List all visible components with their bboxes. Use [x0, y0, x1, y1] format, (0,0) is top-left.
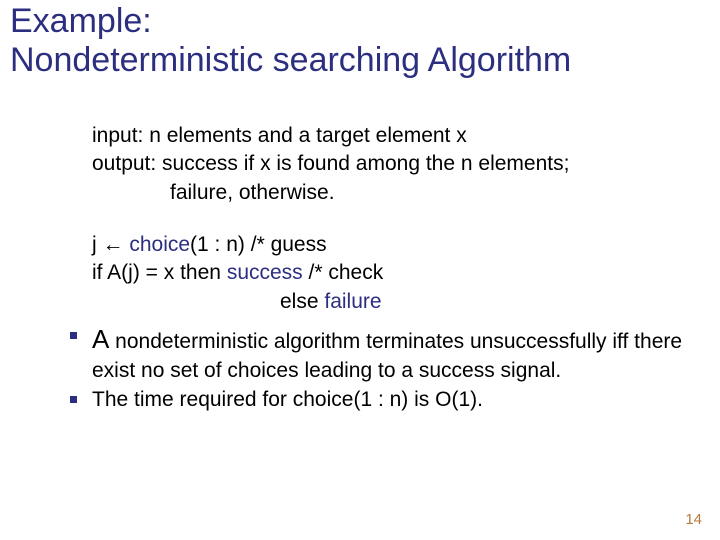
success-keyword: success — [227, 261, 303, 284]
algorithm-block: j ← choice(1 : n) /* guess if A(j) = x t… — [92, 231, 692, 316]
io-block: input: n elements and a target element x… — [92, 122, 692, 207]
slide-title: Example: Nondeterministic searching Algo… — [10, 2, 710, 80]
algo-l1-b: (1 : n) /* guess — [190, 233, 327, 256]
list-item: A nondeterministic algorithm terminates … — [62, 322, 692, 385]
algo-l2-a: if A(j) = x then — [92, 261, 227, 284]
spacer — [92, 207, 692, 231]
bullet-1-leading: A — [92, 324, 109, 354]
page-number: 14 — [685, 511, 702, 528]
input-line: input: n elements and a target element x — [92, 122, 692, 150]
algo-line-2: if A(j) = x then success /* check — [92, 259, 692, 287]
title-line-2: Nondeterministic searching Algorithm — [10, 41, 571, 79]
algo-line-3: else failure — [92, 288, 692, 316]
title-line-1: Example: — [10, 2, 152, 40]
bullet-2-text: The time required for choice(1 : n) is O… — [92, 388, 483, 411]
output-line-1: output: success if x is found among the … — [92, 150, 692, 178]
slide-body: input: n elements and a target element x… — [92, 122, 692, 414]
failure-keyword: failure — [324, 290, 381, 313]
algo-l3-a: else — [280, 290, 324, 313]
algo-line-1: j ← choice(1 : n) /* guess — [92, 231, 692, 259]
output-line-2: failure, otherwise. — [92, 179, 692, 207]
bullet-list: A nondeterministic algorithm terminates … — [62, 322, 692, 414]
list-item: The time required for choice(1 : n) is O… — [62, 386, 692, 414]
choice-keyword: choice — [129, 233, 190, 256]
bullet-1-text: nondeterministic algorithm terminates un… — [92, 330, 682, 382]
slide: Example: Nondeterministic searching Algo… — [0, 0, 720, 540]
algo-l1-a: j ← — [92, 233, 129, 256]
algo-l2-b: /* check — [303, 261, 384, 284]
